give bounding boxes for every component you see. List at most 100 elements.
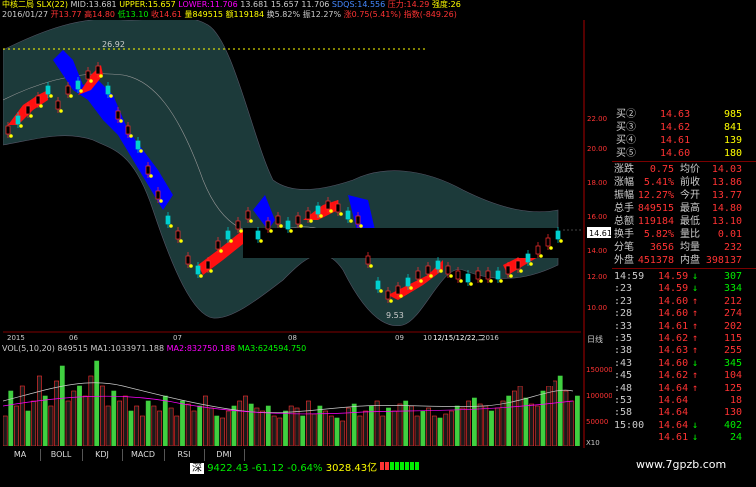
stat-value-right: 0.01 [717, 229, 742, 240]
volume-bar [48, 405, 54, 446]
candle-body [425, 265, 431, 275]
signal-dot [449, 274, 453, 278]
upper-value: UPPER:15.657 [119, 0, 176, 9]
signal-dot [309, 219, 313, 223]
stat-value-right: 13.77 [711, 190, 742, 201]
candle-body [155, 190, 161, 200]
stat-row: 涨跌 0.75 均价 14.03 [612, 163, 756, 176]
stat-label-left: 涨幅 [614, 177, 634, 188]
ask-label: 买⑤ [616, 148, 636, 159]
volume-bar [140, 415, 145, 446]
volume-bar [77, 385, 82, 446]
ticker-amount: 3028.43亿 [325, 463, 378, 474]
vol-tick-50000: 50000 [586, 418, 608, 426]
signal-dot [519, 269, 523, 273]
volume-bar [540, 390, 546, 446]
volume-bar [243, 395, 248, 446]
stat-label-left: 分笔 [614, 242, 634, 253]
stat-value-left: 849515 [637, 203, 674, 214]
tick-price: 14.62 [658, 370, 689, 382]
period-label[interactable]: 日线 [587, 334, 603, 344]
volume-bar [517, 385, 523, 446]
tick-price: 14.64 [658, 382, 689, 394]
candle-body [15, 115, 21, 125]
signal-dot [319, 214, 323, 218]
candle-body [85, 70, 91, 80]
indicator-tabs: MA BOLL KDJ MACD RSI DMI [0, 449, 580, 461]
stat-label-right: 量比 [680, 229, 700, 240]
quote-panel: 买② 14.63 985 买③ 14.62 841 买④ 14.61 139 买⑤ 14.60 180… [612, 108, 756, 448]
tab-kdj[interactable]: KDJ [82, 449, 123, 461]
candle-body [45, 85, 51, 95]
stat-value-right: 13.10 [711, 216, 742, 227]
yali-value: 压力:14.29 [387, 0, 430, 9]
candle-body [345, 210, 351, 220]
signal-dot [389, 299, 393, 303]
volume-value: 量849515 [184, 10, 224, 19]
tab-macd[interactable]: MACD [122, 449, 165, 461]
tab-ma[interactable]: MA [0, 449, 41, 461]
price-chart[interactable]: 26.92 9.53 2015 06 07 08 09 10 12/15/12/… [3, 20, 581, 342]
tick-direction: ↑ [692, 320, 699, 332]
volume-bar [317, 405, 323, 446]
tick-time: :23 [614, 295, 633, 307]
volume-bar [483, 405, 489, 446]
volume-bar [351, 403, 357, 446]
candle-body [275, 215, 281, 225]
signal-dot [359, 224, 363, 228]
volume-bar [454, 405, 460, 446]
x-label-10: 10 [423, 334, 432, 342]
signal-dot [29, 114, 33, 118]
x-label-08: 08 [288, 334, 297, 342]
volume-bar [374, 400, 380, 446]
ticker-change: -61.12 [251, 463, 284, 474]
candle-body [405, 277, 411, 287]
signal-dot [279, 224, 283, 228]
tab-rsi[interactable]: RSI [164, 449, 205, 461]
candle-body [55, 100, 61, 110]
volume-bar [523, 397, 529, 446]
tick-volume: 402 [723, 419, 742, 431]
stat-label-left: 外盘 [614, 255, 634, 266]
volume-chart[interactable] [3, 346, 581, 446]
volume-bar [254, 407, 260, 446]
candle-body [135, 140, 141, 150]
tick-price: 14.64 [658, 419, 689, 431]
qiangdu-value: 强度:26 [431, 0, 461, 9]
volume-bar [100, 385, 105, 446]
x-label-date: 12/15/12/22,二 [433, 334, 485, 342]
volume-bar [546, 385, 552, 446]
candle-body [505, 265, 511, 275]
tab-dmi[interactable]: DMI [204, 449, 245, 461]
stat-label-left: 总额 [614, 216, 634, 227]
candle-body [35, 95, 41, 105]
ticker-value: 9422.43 [207, 463, 249, 474]
tick-price: 14.63 [658, 345, 689, 357]
signal-dot [369, 264, 373, 268]
change-value: 涨0.75(5.41%) [343, 10, 402, 19]
candle-body [555, 230, 561, 240]
stat-label-right: 最低 [680, 216, 700, 227]
x-label-06: 06 [69, 334, 78, 342]
tab-boll[interactable]: BOLL [40, 449, 83, 461]
volume-bar [563, 390, 569, 446]
volume-bar [59, 365, 65, 446]
tick-direction: ↓ [692, 357, 699, 369]
stat-label-right: 均量 [680, 242, 700, 253]
volume-bar [346, 407, 351, 446]
price-tick-16: 16.00 [587, 213, 607, 221]
signal-dot [289, 229, 293, 233]
price-tick-14: 14.00 [587, 247, 607, 255]
volume-bar [305, 400, 311, 446]
stat-value-left: 451378 [637, 255, 674, 266]
signal-dot [559, 239, 563, 243]
low-value: 低13.10 [117, 10, 149, 19]
index-ticker: 深 9422.43 -61.12 -0.64% 3028.43亿 [190, 461, 570, 475]
signal-dot [499, 279, 503, 283]
signal-dot [409, 286, 413, 290]
signal-dot [529, 262, 533, 266]
candle-body [165, 215, 171, 225]
volume-bar [208, 407, 214, 446]
volume-bar [3, 415, 8, 446]
tick-direction: ↓ [692, 283, 699, 295]
